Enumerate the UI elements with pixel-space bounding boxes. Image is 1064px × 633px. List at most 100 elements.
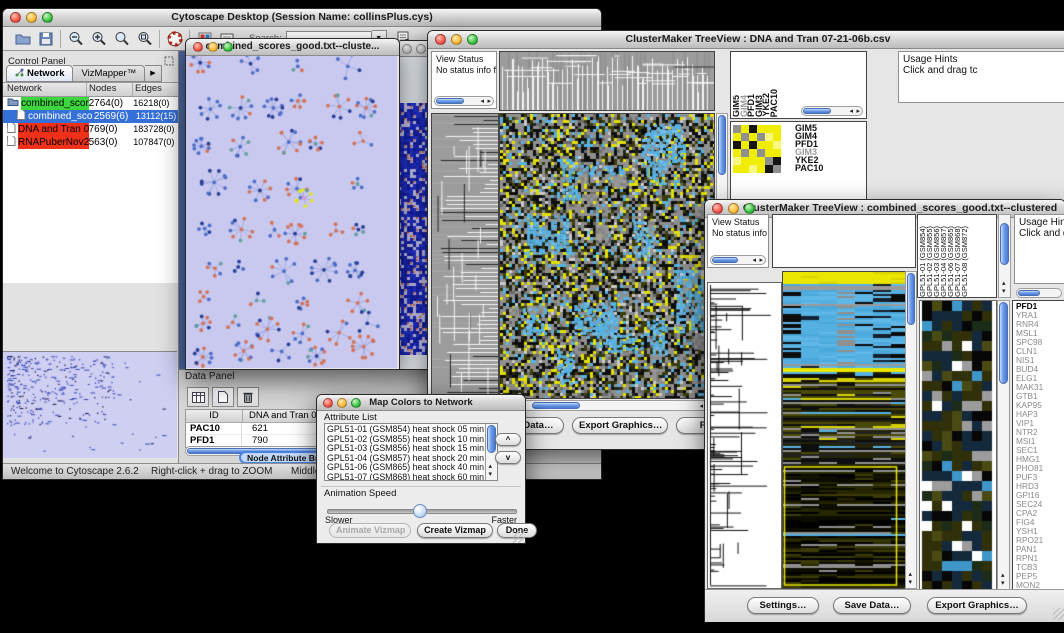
data-col-id[interactable]: ID xyxy=(186,410,243,422)
usage-hints-title: Usage Hints xyxy=(899,52,1064,65)
attribute-listbox[interactable]: GPL51-01 (GSM854) heat shock 05 minGPL51… xyxy=(324,423,498,481)
main-titlebar[interactable]: Cytoscape Desktop (Session Name: collins… xyxy=(3,9,601,27)
view-status-text: No status info xyxy=(708,228,768,239)
tv1-global-heatmap[interactable] xyxy=(499,113,715,399)
tv1-row-dendrogram[interactable] xyxy=(431,113,499,399)
network-tree-row[interactable]: combined_sco2569(6)13112(15) xyxy=(3,110,178,123)
tv2-save-data-button[interactable]: Save Data… xyxy=(833,597,911,614)
zoom-selected-icon[interactable] xyxy=(133,29,156,49)
tv1-zoom-panel[interactable]: GIM5GIM4PFD1GIM3YKE2PAC10 xyxy=(730,121,867,201)
minimize-button[interactable] xyxy=(416,44,426,54)
tv2-settings-button[interactable]: Settings… xyxy=(747,597,819,614)
window-controls xyxy=(10,12,53,23)
attribute-list-item[interactable]: GPL51-07 (GSM868) heat shock 60 min xyxy=(327,473,497,482)
resize-grip[interactable] xyxy=(513,531,525,543)
status-welcome: Welcome to Cytoscape 2.6.2 xyxy=(11,466,139,477)
move-up-button[interactable]: ^ xyxy=(495,433,521,446)
tv2-usage-hints: Usage Hints Click and drag to xyxy=(1014,214,1064,284)
tv2-gene-list[interactable]: PFD1YRA1RNR4MSL1SPC98CLN1NIS1BUD4ELG1MAK… xyxy=(1012,300,1064,590)
minimize-button[interactable] xyxy=(337,398,347,408)
tv1-labels-hscrollbar[interactable]: ◂▸ xyxy=(801,106,863,116)
attribute-list-vscrollbar[interactable]: ▴▾ xyxy=(485,424,497,480)
file-icon xyxy=(7,123,18,136)
zoom-button[interactable] xyxy=(351,398,361,408)
network-view-window: combined_scores_good.txt--cluste... xyxy=(185,38,400,370)
table-icon[interactable] xyxy=(187,387,209,407)
minimize-button[interactable] xyxy=(451,34,462,45)
zoom-button[interactable] xyxy=(467,34,478,45)
tv2-column-dendrogram[interactable] xyxy=(772,214,916,268)
tv1-column-dendrogram[interactable] xyxy=(499,51,715,111)
close-button[interactable] xyxy=(10,12,21,23)
close-button[interactable] xyxy=(323,398,333,408)
tv2-column-labels-panel[interactable]: GPL51-01 (GSM854)GPL51-02 (GSM855)GPL51-… xyxy=(917,214,997,298)
usage-hints-title: Usage Hints xyxy=(1015,215,1064,228)
tab-network[interactable]: Network xyxy=(6,65,73,82)
resize-grip[interactable] xyxy=(1053,608,1064,620)
zoom-button[interactable] xyxy=(223,42,233,52)
zoom-row-label: PAC10 xyxy=(795,164,823,172)
tab-vizmapper[interactable]: VizMapper™ xyxy=(73,65,145,82)
node-count: 2764(0) xyxy=(89,97,134,110)
slider-thumb[interactable] xyxy=(413,504,427,518)
tv2-global-heatmap[interactable] xyxy=(782,271,906,589)
toolbar-separator xyxy=(159,30,160,48)
tv2-usage-hscrollbar[interactable] xyxy=(1016,288,1062,298)
tv2-zoom-vscrollbar[interactable]: ▴▾ xyxy=(997,300,1010,590)
tv2-zoom-heatmap[interactable] xyxy=(919,300,997,590)
main-window-title: Cytoscape Desktop (Session Name: collins… xyxy=(171,11,432,23)
close-button[interactable] xyxy=(402,44,412,54)
file-icon xyxy=(17,110,28,123)
tv2-status-hscrollbar[interactable]: ◂▸ xyxy=(710,255,766,265)
tv2-export-graphics-button[interactable]: Export Graphics… xyxy=(927,597,1027,614)
tab-overflow-arrow[interactable]: ▶ xyxy=(145,65,161,82)
zoom-out-icon[interactable] xyxy=(64,29,87,49)
tv1-column-labels-panel[interactable]: GIM5GIM4PFD1GIM3YKE2PAC10 ◂▸ xyxy=(730,51,867,119)
treeview-combined-window: ClusterMaker TreeView : combined_scores_… xyxy=(704,199,1064,622)
float-panel-icon[interactable] xyxy=(164,53,174,71)
tv1-row-labels: GIM5GIM4PFD1GIM3YKE2PAC10 xyxy=(795,124,823,172)
network-tree-row[interactable]: combined_scores2764(0)16218(0) xyxy=(3,97,178,110)
zoom-fit-icon[interactable] xyxy=(110,29,133,49)
network-overview-canvas[interactable] xyxy=(3,351,177,458)
network-tree-row[interactable]: DNA and Tran 07769(0)183728(0) xyxy=(3,123,178,136)
col-header-network[interactable]: Network xyxy=(3,83,87,96)
move-down-button[interactable]: v xyxy=(495,451,521,464)
network-tree-table: combined_scores2764(0)16218(0)combined_s… xyxy=(3,97,178,283)
tv2-row-dendrogram[interactable] xyxy=(707,282,782,589)
status-hint-zoom: Right-click + drag to ZOOM xyxy=(151,466,272,477)
tv1-export-graphics-button[interactable]: Export Graphics… xyxy=(572,417,668,434)
open-folder-icon[interactable] xyxy=(11,29,34,49)
tv1-status-hscrollbar[interactable]: ◂▸ xyxy=(434,96,494,106)
tv2-labels-vscrollbar[interactable]: ▴▾ xyxy=(998,214,1011,298)
map-colors-dialog: Map Colors to Network Attribute List GPL… xyxy=(316,394,526,544)
col-header-edges[interactable]: Edges xyxy=(133,83,162,96)
tv1-heatmap-hscrollbar[interactable]: ◂▸ xyxy=(499,400,713,411)
zoom-button[interactable] xyxy=(42,12,53,23)
network-canvas[interactable] xyxy=(186,56,397,368)
create-vizmap-button[interactable]: Create Vizmap xyxy=(417,523,493,538)
help-lifesaver-icon[interactable] xyxy=(163,29,186,49)
network-tree-row[interactable]: RNAPuberNov2+563(0)107847(0) xyxy=(3,136,178,149)
new-document-icon[interactable] xyxy=(212,387,234,407)
zoom-in-icon[interactable] xyxy=(87,29,110,49)
tv2-heatmap-vscrollbar[interactable]: ▴▾ xyxy=(905,271,917,589)
file-icon xyxy=(7,136,18,149)
close-button[interactable] xyxy=(435,34,446,45)
treeview-dna-title: ClusterMaker TreeView : DNA and Tran 07-… xyxy=(626,33,891,45)
close-button[interactable] xyxy=(193,42,203,52)
minimize-button[interactable] xyxy=(728,203,739,214)
animation-speed-slider[interactable] xyxy=(327,504,515,516)
node-count: 563(0) xyxy=(89,136,134,149)
zoom-button[interactable] xyxy=(744,203,755,214)
animate-vizmap-button[interactable]: Animate Vizmap xyxy=(329,523,411,538)
save-icon[interactable] xyxy=(34,29,57,49)
close-button[interactable] xyxy=(712,203,723,214)
tv1-usage-hints: Usage Hints Click and drag tc xyxy=(898,51,1064,103)
minimize-button[interactable] xyxy=(208,42,218,52)
minimize-button[interactable] xyxy=(26,12,37,23)
trash-icon[interactable] xyxy=(237,387,259,407)
col-header-nodes[interactable]: Nodes xyxy=(87,83,133,96)
treeview-combined-title: ClusterMaker TreeView : combined_scores_… xyxy=(713,202,1057,214)
tv1-mini-heatmap[interactable] xyxy=(733,125,781,173)
